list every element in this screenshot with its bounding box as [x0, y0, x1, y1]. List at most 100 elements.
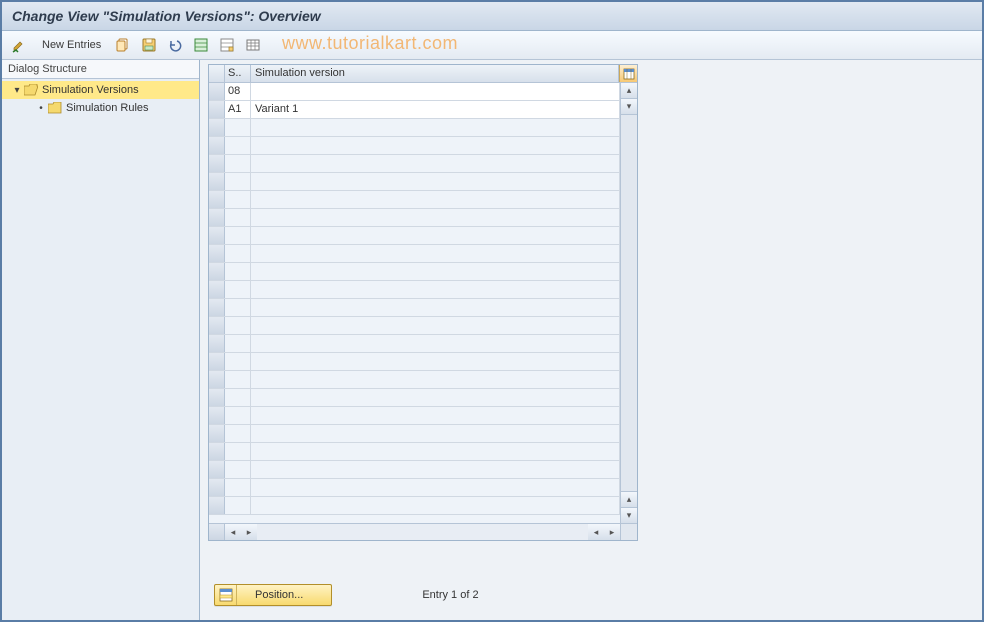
cell-empty[interactable]	[251, 191, 620, 208]
row-selector[interactable]	[209, 191, 225, 208]
tree-item-simulation-versions[interactable]: ▾ Simulation Versions	[2, 81, 199, 99]
row-selector[interactable]	[209, 317, 225, 334]
cell-empty[interactable]	[251, 263, 620, 280]
cell-empty[interactable]	[251, 119, 620, 136]
row-selector[interactable]	[209, 425, 225, 442]
cell-empty[interactable]	[251, 443, 620, 460]
cell-empty[interactable]	[251, 479, 620, 496]
cell-empty[interactable]	[225, 425, 251, 442]
cell-empty[interactable]	[251, 227, 620, 244]
row-selector[interactable]	[209, 281, 225, 298]
row-selector[interactable]	[209, 155, 225, 172]
scroll-left-first-button[interactable]: ◂	[225, 524, 241, 540]
cell-empty[interactable]	[225, 299, 251, 316]
cell-empty[interactable]	[251, 407, 620, 424]
cell-empty[interactable]	[225, 317, 251, 334]
row-selector[interactable]	[209, 245, 225, 262]
row-selector[interactable]	[209, 209, 225, 226]
row-selector[interactable]	[209, 263, 225, 280]
position-button[interactable]: Position...	[214, 584, 332, 606]
new-entries-button[interactable]: New Entries	[36, 37, 107, 53]
scroll-down-button[interactable]: ▴	[621, 491, 637, 507]
row-selector[interactable]	[209, 83, 225, 100]
cell-empty[interactable]	[251, 461, 620, 478]
scroll-bottom-button[interactable]: ▾	[621, 507, 637, 523]
cell-empty[interactable]	[251, 371, 620, 388]
cell-empty[interactable]	[251, 317, 620, 334]
cell-empty[interactable]	[225, 137, 251, 154]
row-selector[interactable]	[209, 389, 225, 406]
tree-collapse-icon[interactable]: ▾	[12, 85, 22, 96]
cell-code[interactable]: 08	[225, 83, 251, 100]
row-selector[interactable]	[209, 119, 225, 136]
hscroll-track[interactable]	[257, 524, 588, 540]
row-selector[interactable]	[209, 479, 225, 496]
save-icon	[142, 38, 156, 52]
cell-empty[interactable]	[225, 479, 251, 496]
cell-empty[interactable]	[251, 353, 620, 370]
cell-empty[interactable]	[225, 155, 251, 172]
undo-button[interactable]	[165, 35, 185, 55]
cell-empty[interactable]	[225, 191, 251, 208]
row-selector[interactable]	[209, 353, 225, 370]
cell-empty[interactable]	[251, 173, 620, 190]
cell-empty[interactable]	[225, 407, 251, 424]
cell-version[interactable]	[251, 83, 620, 100]
cell-empty[interactable]	[225, 173, 251, 190]
cell-empty[interactable]	[225, 371, 251, 388]
row-selector[interactable]	[209, 299, 225, 316]
scroll-top-button[interactable]: ▴	[621, 83, 637, 99]
grid-config-button[interactable]	[619, 65, 637, 82]
cell-version[interactable]: Variant 1	[251, 101, 620, 118]
edit-toggle-button[interactable]	[10, 35, 30, 55]
cell-empty[interactable]	[225, 353, 251, 370]
cell-empty[interactable]	[251, 299, 620, 316]
grid-header-c1[interactable]: S..	[225, 65, 251, 82]
cell-empty[interactable]	[225, 389, 251, 406]
print-button[interactable]	[243, 35, 263, 55]
grid-header-c2[interactable]: Simulation version	[251, 65, 619, 82]
cell-code[interactable]: A1	[225, 101, 251, 118]
row-selector[interactable]	[209, 101, 225, 118]
cell-empty[interactable]	[251, 497, 620, 514]
cell-empty[interactable]	[225, 281, 251, 298]
cell-empty[interactable]	[225, 263, 251, 280]
row-selector[interactable]	[209, 173, 225, 190]
table-row-empty	[209, 389, 620, 407]
tree-item-simulation-rules[interactable]: • Simulation Rules	[2, 99, 199, 117]
cell-empty[interactable]	[225, 245, 251, 262]
cell-empty[interactable]	[251, 335, 620, 352]
cell-empty[interactable]	[251, 155, 620, 172]
copy-button[interactable]	[113, 35, 133, 55]
save-button[interactable]	[139, 35, 159, 55]
scroll-left-button[interactable]: ▸	[241, 524, 257, 540]
cell-empty[interactable]	[225, 119, 251, 136]
cell-empty[interactable]	[225, 497, 251, 514]
row-selector[interactable]	[209, 443, 225, 460]
cell-empty[interactable]	[225, 227, 251, 244]
scroll-track[interactable]	[621, 115, 637, 491]
row-selector[interactable]	[209, 227, 225, 244]
scroll-right-last-button[interactable]: ▸	[604, 524, 620, 540]
select-all-button[interactable]	[191, 35, 211, 55]
row-selector[interactable]	[209, 407, 225, 424]
cell-empty[interactable]	[251, 245, 620, 262]
row-selector[interactable]	[209, 497, 225, 514]
cell-empty[interactable]	[251, 389, 620, 406]
cell-empty[interactable]	[225, 443, 251, 460]
grid-select-all-header[interactable]	[209, 65, 225, 82]
cell-empty[interactable]	[225, 209, 251, 226]
row-selector[interactable]	[209, 461, 225, 478]
cell-empty[interactable]	[251, 425, 620, 442]
cell-empty[interactable]	[251, 209, 620, 226]
cell-empty[interactable]	[225, 335, 251, 352]
row-selector[interactable]	[209, 371, 225, 388]
scroll-up-button[interactable]: ▾	[621, 99, 637, 115]
row-selector[interactable]	[209, 335, 225, 352]
cell-empty[interactable]	[251, 281, 620, 298]
deselect-all-button[interactable]	[217, 35, 237, 55]
row-selector[interactable]	[209, 137, 225, 154]
scroll-right-button[interactable]: ◂	[588, 524, 604, 540]
cell-empty[interactable]	[251, 137, 620, 154]
cell-empty[interactable]	[225, 461, 251, 478]
